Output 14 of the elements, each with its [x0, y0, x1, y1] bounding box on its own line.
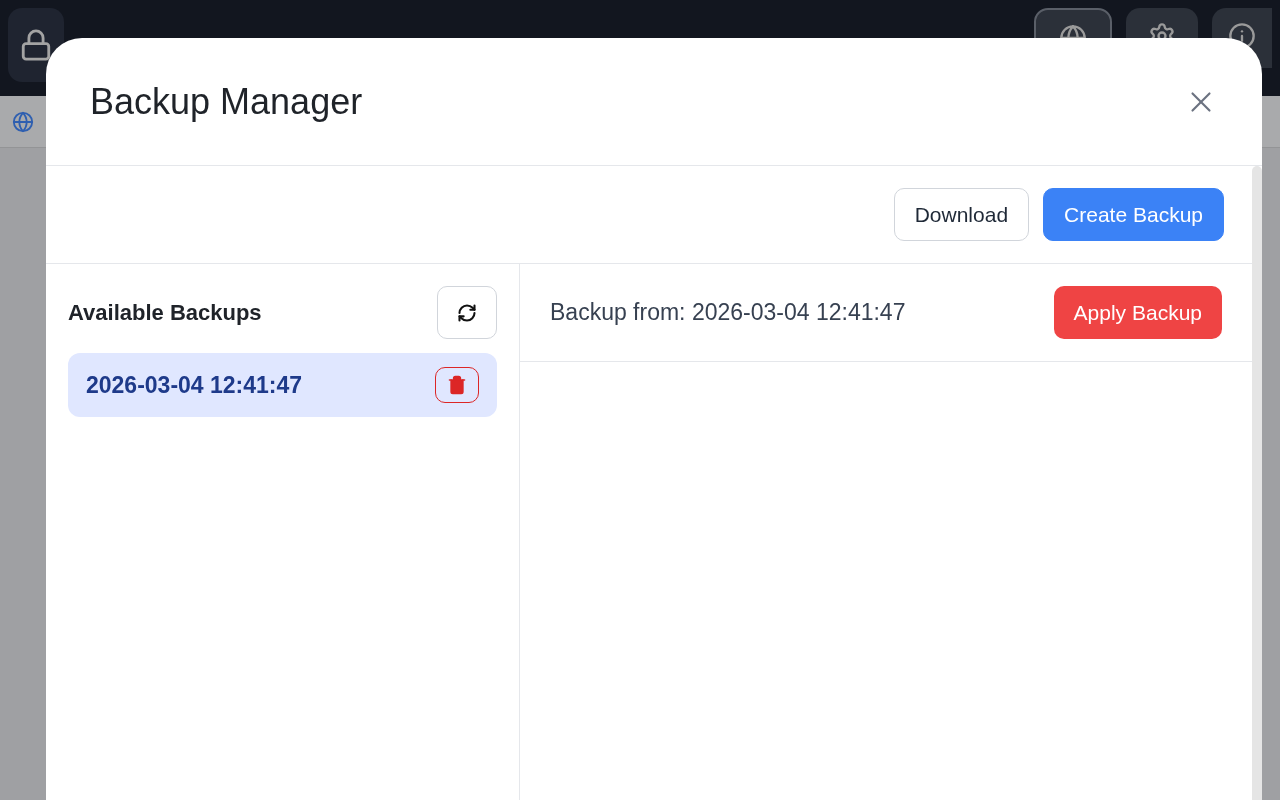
trash-icon	[447, 375, 467, 395]
panel-title: Available Backups	[68, 299, 262, 327]
refresh-icon	[457, 302, 477, 323]
backup-date: 2026-03-04 12:41:47	[86, 370, 303, 400]
apply-button[interactable]: Apply Backup	[1053, 286, 1222, 339]
refresh-button[interactable]	[437, 286, 497, 339]
create-button[interactable]: Create Backup	[1043, 188, 1224, 241]
delete-button[interactable]	[435, 367, 479, 403]
dialog-title: Backup Manager	[90, 79, 363, 124]
download-button[interactable]: Download	[893, 188, 1030, 241]
backup-item[interactable]: 2026-03-04 12:41:47	[68, 353, 497, 417]
scrollbar[interactable]	[1252, 166, 1262, 800]
backup-details-title: Backup from: 2026-03-04 12:41:47	[550, 298, 906, 328]
globe-icon	[12, 110, 34, 133]
